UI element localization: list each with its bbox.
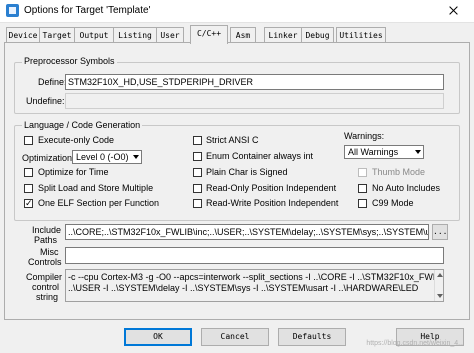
one-elf-checkbox[interactable] xyxy=(24,197,33,209)
cancel-button[interactable]: Cancel xyxy=(201,328,269,346)
tab-user[interactable]: User xyxy=(156,27,184,43)
thumb-mode-checkbox[interactable] xyxy=(358,168,367,177)
c99-mode-checkbox[interactable] xyxy=(358,199,367,208)
optimize-time-checkbox[interactable] xyxy=(24,168,33,177)
tab-output[interactable]: Output xyxy=(74,27,114,43)
compiler-label-control: control xyxy=(32,282,60,292)
tab-linker[interactable]: Linker xyxy=(264,27,302,43)
tab-listing[interactable]: Listing xyxy=(113,27,157,43)
ro-pi-label: Read-Only Position Independent xyxy=(206,183,337,193)
plain-char-label: Plain Char is Signed xyxy=(206,167,288,177)
optimization-select[interactable]: Level 0 (-O0) xyxy=(72,150,142,164)
split-load-label: Split Load and Store Multiple xyxy=(38,183,154,193)
undefine-input[interactable] xyxy=(65,93,444,109)
chevron-down-icon xyxy=(133,155,139,159)
compiler-line-1: -c --cpu Cortex-M3 -g -O0 --apcs=interwo… xyxy=(68,272,444,282)
chevron-down-icon xyxy=(415,150,421,154)
optimize-time-label: Optimize for Time xyxy=(38,167,109,177)
close-button[interactable] xyxy=(432,0,474,22)
ok-button[interactable]: OK xyxy=(124,328,192,346)
strict-ansi-checkbox[interactable] xyxy=(193,136,202,145)
ro-pi-checkbox[interactable] xyxy=(193,184,202,193)
tab-debug[interactable]: Debug xyxy=(301,27,334,43)
watermark: https://blog.csdn.net/weixin_4... xyxy=(366,340,464,347)
compiler-label-string: string xyxy=(36,292,59,302)
enum-container-checkbox[interactable] xyxy=(193,152,202,161)
strict-ansi-label: Strict ANSI C xyxy=(206,135,259,145)
tab-cpp[interactable]: C/C++ xyxy=(190,25,228,44)
tab-utilities[interactable]: Utilities xyxy=(336,27,386,43)
include-browse-button[interactable]: ... xyxy=(432,224,448,240)
one-elf-label: One ELF Section per Function xyxy=(38,198,160,208)
tab-device[interactable]: Device xyxy=(6,27,40,43)
include-label: Include xyxy=(32,225,62,235)
compiler-line-2: ..\USER -I ..\SYSTEM\delay -I ..\SYSTEM\… xyxy=(68,283,419,293)
compiler-scrollbar[interactable] xyxy=(434,270,443,301)
language-legend: Language / Code Generation xyxy=(22,120,143,130)
split-load-checkbox[interactable] xyxy=(24,184,33,193)
include-label-paths: Paths xyxy=(34,235,58,245)
include-paths-input[interactable]: ..\CORE;..\STM32F10x_FWLIB\inc;..\USER;.… xyxy=(65,224,429,240)
define-input[interactable]: STM32F10X_HD,USE_STDPERIPH_DRIVER xyxy=(65,74,444,90)
plain-char-checkbox[interactable] xyxy=(193,168,202,177)
optimization-label: Optimization: xyxy=(22,153,75,163)
no-auto-includes-label: No Auto Includes xyxy=(372,183,441,193)
thumb-mode-label: Thumb Mode xyxy=(372,167,426,177)
tab-target[interactable]: Target xyxy=(39,27,75,43)
no-auto-includes-checkbox[interactable] xyxy=(358,184,367,193)
app-icon xyxy=(6,4,19,17)
optimization-value: Level 0 (-O0) xyxy=(76,152,129,162)
misc-label: Misc xyxy=(40,247,59,257)
scroll-up-icon[interactable] xyxy=(437,273,443,277)
rw-pi-checkbox[interactable] xyxy=(193,199,202,208)
tab-asm[interactable]: Asm xyxy=(230,27,256,43)
compiler-label: Compiler xyxy=(26,272,63,282)
warnings-select[interactable]: All Warnings xyxy=(344,145,424,159)
execute-only-label: Execute-only Code xyxy=(38,135,115,145)
execute-only-checkbox[interactable] xyxy=(24,136,33,145)
warnings-label: Warnings: xyxy=(344,131,385,141)
compiler-control-string[interactable]: -c --cpu Cortex-M3 -g -O0 --apcs=interwo… xyxy=(65,269,444,302)
enum-container-label: Enum Container always int xyxy=(206,151,314,161)
title-bar: Options for Target 'Template' xyxy=(0,0,474,23)
window-title: Options for Target 'Template' xyxy=(24,5,151,16)
misc-controls-input[interactable] xyxy=(65,247,444,264)
misc-label-controls: Controls xyxy=(28,257,62,267)
rw-pi-label: Read-Write Position Independent xyxy=(206,198,339,208)
preprocessor-legend: Preprocessor Symbols xyxy=(22,56,117,66)
defaults-button[interactable]: Defaults xyxy=(278,328,346,346)
scroll-down-icon[interactable] xyxy=(437,294,443,298)
undefine-label: Undefine: xyxy=(26,96,65,106)
c99-mode-label: C99 Mode xyxy=(372,198,414,208)
warnings-value: All Warnings xyxy=(348,147,399,157)
define-label: Define: xyxy=(38,77,67,87)
